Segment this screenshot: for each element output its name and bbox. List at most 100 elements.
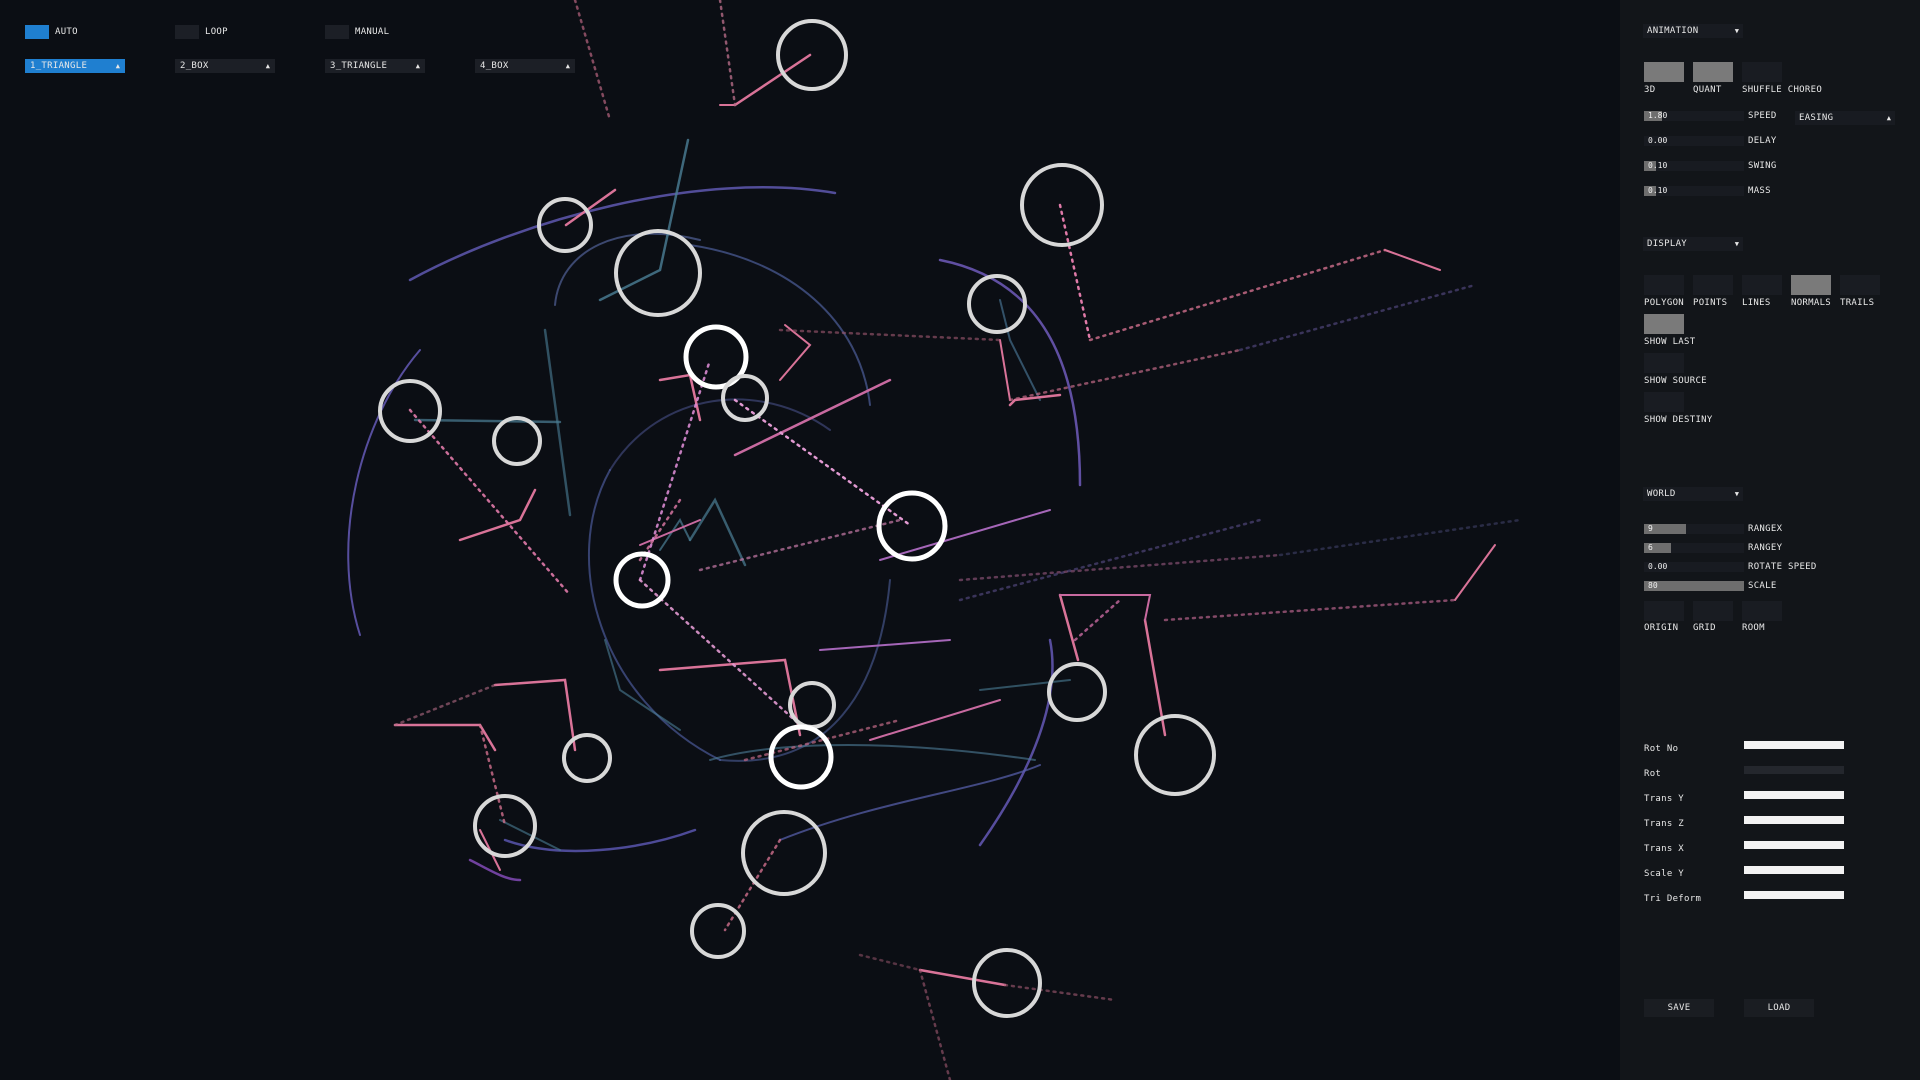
shuffle-choreo-toggle[interactable] xyxy=(1742,62,1782,82)
room-toggle[interactable] xyxy=(1742,601,1782,621)
trails-label: TRAILS xyxy=(1840,298,1875,308)
toggle-label: MANUAL xyxy=(355,27,390,37)
choreo-select-1[interactable]: 1_TRIANGLE ▲ xyxy=(25,59,125,73)
control-panel: ANIMATION ▼ 3D QUANT SHUFFLE CHOREO 1.80… xyxy=(1620,0,1920,1080)
show-last-label: SHOW LAST xyxy=(1644,337,1696,347)
channel-bar-trans-y[interactable] xyxy=(1744,791,1844,799)
room-label: ROOM xyxy=(1742,623,1765,633)
channel-label-scale-y: Scale Y xyxy=(1644,869,1685,879)
visualization-canvas[interactable] xyxy=(0,0,1620,1080)
select-value: 4_BOX xyxy=(480,61,509,71)
channel-bar-scale-y[interactable] xyxy=(1744,866,1844,874)
origin-label: ORIGIN xyxy=(1644,623,1679,633)
caret-up-icon: ▲ xyxy=(415,62,420,70)
slider-value: 0.00 xyxy=(1648,136,1668,145)
trails-toggle[interactable] xyxy=(1840,275,1880,295)
show-destiny-label: SHOW DESTINY xyxy=(1644,415,1713,425)
rangex-slider[interactable]: 9 xyxy=(1644,524,1744,534)
quant-toggle[interactable] xyxy=(1693,62,1733,82)
grid-toggle[interactable] xyxy=(1693,601,1733,621)
toggle-label: LOOP xyxy=(205,27,228,37)
channel-bar-rot[interactable] xyxy=(1744,766,1844,774)
caret-up-icon: ▲ xyxy=(115,62,120,70)
channel-label-rot: Rot xyxy=(1644,769,1662,779)
channel-bar-tri-deform[interactable] xyxy=(1744,891,1844,899)
select-value: 2_BOX xyxy=(180,61,209,71)
swing-slider[interactable]: 0.10 xyxy=(1644,161,1744,171)
caret-down-icon: ▼ xyxy=(1734,27,1739,35)
3d-toggle[interactable] xyxy=(1644,62,1684,82)
world-section-dropdown[interactable]: WORLD ▼ xyxy=(1643,487,1743,501)
slider-value: 1.80 xyxy=(1648,111,1668,120)
choreo-select-4[interactable]: 4_BOX ▲ xyxy=(475,59,575,73)
scale-slider[interactable]: 80 xyxy=(1644,581,1744,591)
rotate-speed-label: ROTATE SPEED xyxy=(1748,562,1817,572)
lines-label: LINES xyxy=(1742,298,1771,308)
button-label: LOAD xyxy=(1767,1003,1791,1013)
grid-label: GRID xyxy=(1693,623,1716,633)
mass-slider[interactable]: 0.10 xyxy=(1644,186,1744,196)
section-title: ANIMATION xyxy=(1647,26,1699,36)
show-destiny-toggle[interactable] xyxy=(1644,392,1684,412)
shuffle-choreo-label: SHUFFLE CHOREO xyxy=(1742,85,1823,95)
caret-up-icon: ▲ xyxy=(565,62,570,70)
auto-toggle[interactable]: AUTO xyxy=(25,25,78,39)
choreo-select-3[interactable]: 3_TRIANGLE ▲ xyxy=(325,59,425,73)
origin-toggle[interactable] xyxy=(1644,601,1684,621)
select-value: EASING xyxy=(1799,113,1834,123)
polygon-toggle[interactable] xyxy=(1644,275,1684,295)
mass-label: MASS xyxy=(1748,186,1771,196)
button-label: SAVE xyxy=(1667,1003,1691,1013)
normals-toggle[interactable] xyxy=(1791,275,1831,295)
toggle-box xyxy=(25,25,49,39)
toggle-box xyxy=(325,25,349,39)
channel-label-trans-x: Trans X xyxy=(1644,844,1685,854)
speed-slider[interactable]: 1.80 xyxy=(1644,111,1744,121)
select-value: 1_TRIANGLE xyxy=(30,61,88,71)
toggle-box xyxy=(175,25,199,39)
channel-label-trans-y: Trans Y xyxy=(1644,794,1685,804)
display-section-dropdown[interactable]: DISPLAY ▼ xyxy=(1643,237,1743,251)
section-title: DISPLAY xyxy=(1647,239,1688,249)
slider-value: 6 xyxy=(1648,543,1653,552)
animation-section-dropdown[interactable]: ANIMATION ▼ xyxy=(1643,24,1743,38)
points-toggle[interactable] xyxy=(1693,275,1733,295)
channel-label-rot-no: Rot No xyxy=(1644,744,1679,754)
polygon-label: POLYGON xyxy=(1644,298,1685,308)
channel-bar-trans-z[interactable] xyxy=(1744,816,1844,824)
load-button[interactable]: LOAD xyxy=(1744,999,1814,1017)
slider-value: 0.10 xyxy=(1648,161,1668,170)
caret-up-icon: ▲ xyxy=(265,62,270,70)
toggle-label: AUTO xyxy=(55,27,78,37)
slider-value: 0.00 xyxy=(1648,562,1668,571)
slider-value: 80 xyxy=(1648,581,1658,590)
show-last-toggle[interactable] xyxy=(1644,314,1684,334)
channel-label-trans-z: Trans Z xyxy=(1644,819,1685,829)
speed-label: SPEED xyxy=(1748,111,1777,121)
rangex-label: RANGEX xyxy=(1748,524,1783,534)
easing-dropdown[interactable]: EASING ▲ xyxy=(1795,111,1895,125)
rangey-label: RANGEY xyxy=(1748,543,1783,553)
quant-label: QUANT xyxy=(1693,85,1722,95)
channel-bar-trans-x[interactable] xyxy=(1744,841,1844,849)
loop-toggle[interactable]: LOOP xyxy=(175,25,228,39)
slider-value: 0.10 xyxy=(1648,186,1668,195)
points-label: POINTS xyxy=(1693,298,1728,308)
section-title: WORLD xyxy=(1647,489,1676,499)
rotate-speed-slider[interactable]: 0.00 xyxy=(1644,562,1744,572)
choreo-select-2[interactable]: 2_BOX ▲ xyxy=(175,59,275,73)
rangey-slider[interactable]: 6 xyxy=(1644,543,1744,553)
lines-toggle[interactable] xyxy=(1742,275,1782,295)
manual-toggle[interactable]: MANUAL xyxy=(325,25,389,39)
normals-label: NORMALS xyxy=(1791,298,1832,308)
select-value: 3_TRIANGLE xyxy=(330,61,388,71)
delay-label: DELAY xyxy=(1748,136,1777,146)
caret-down-icon: ▼ xyxy=(1734,240,1739,248)
channel-bar-rot-no[interactable] xyxy=(1744,741,1844,749)
delay-slider[interactable]: 0.00 xyxy=(1644,136,1744,146)
save-button[interactable]: SAVE xyxy=(1644,999,1714,1017)
swing-label: SWING xyxy=(1748,161,1777,171)
slider-value: 9 xyxy=(1648,524,1653,533)
show-source-toggle[interactable] xyxy=(1644,353,1684,373)
show-source-label: SHOW SOURCE xyxy=(1644,376,1707,386)
